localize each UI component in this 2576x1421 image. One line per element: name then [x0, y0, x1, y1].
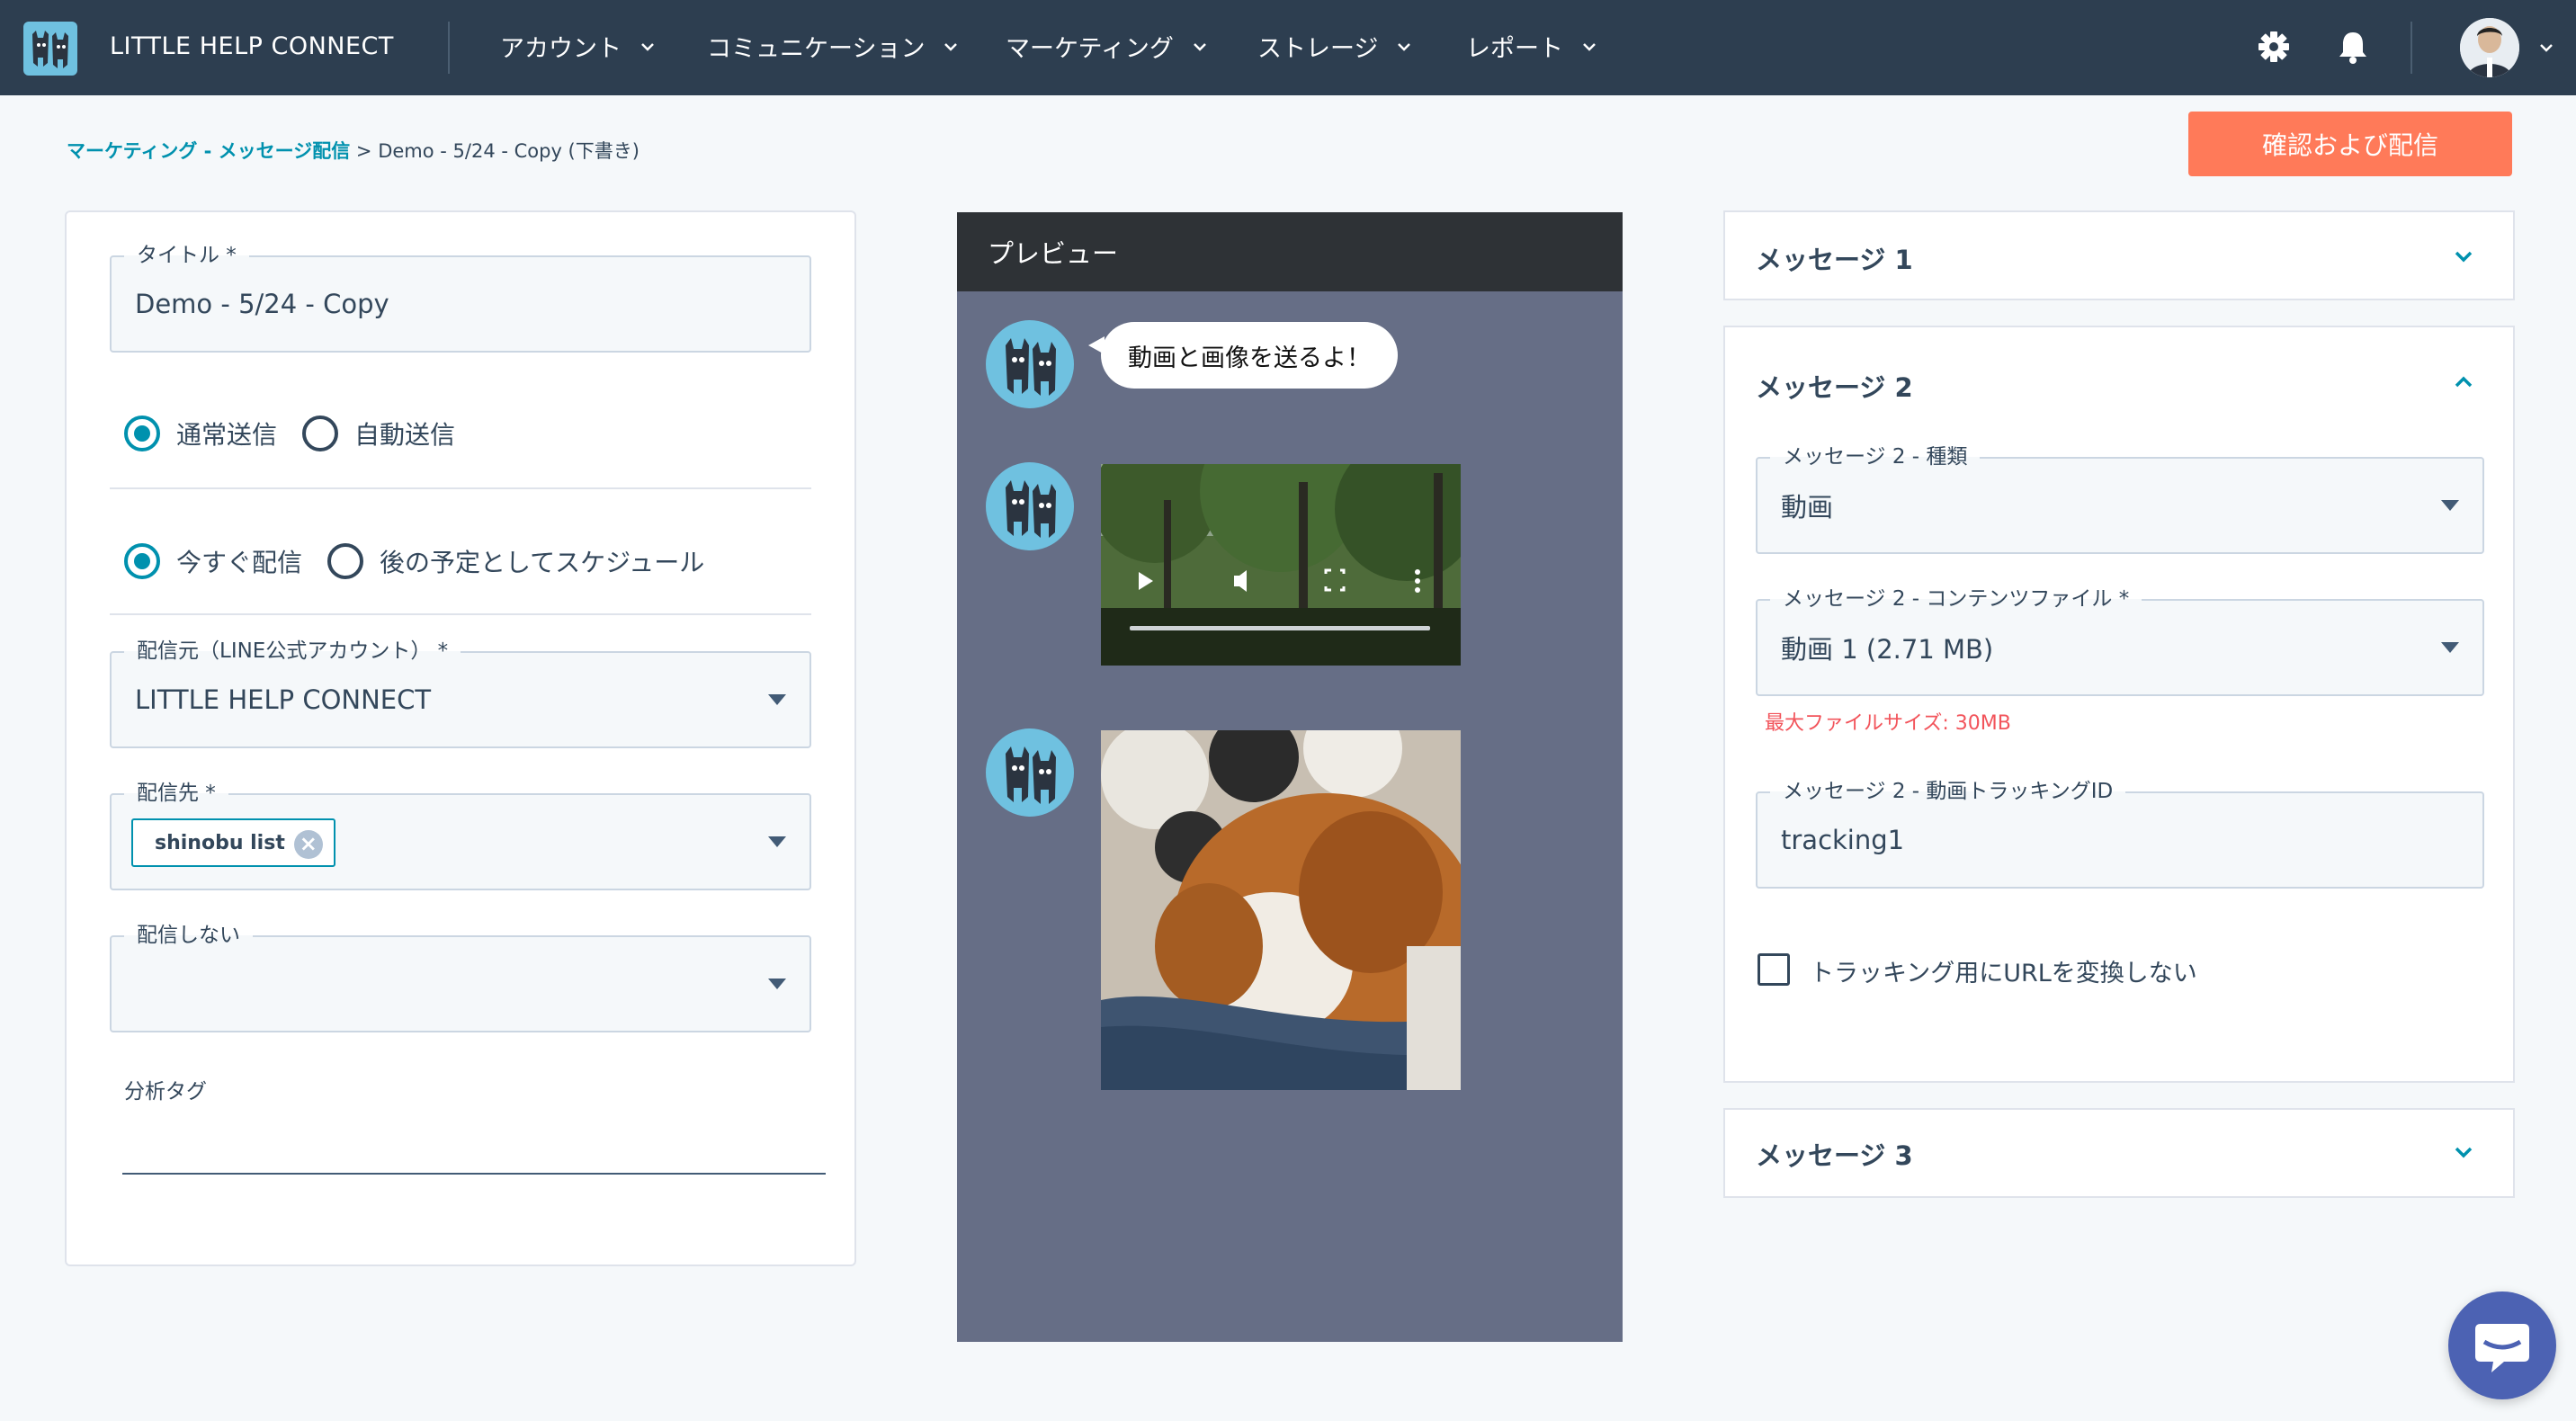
radio-auto-send[interactable]: [302, 416, 339, 451]
header-divider: [2411, 22, 2412, 74]
nav-marketing[interactable]: マーケティング: [1006, 29, 1210, 64]
video-thumbnail: [1101, 464, 1461, 666]
breadcrumb-link[interactable]: マーケティング - メッセージ配信: [67, 140, 350, 162]
nav-marketing-label: マーケティング: [1006, 35, 1174, 63]
brand-name[interactable]: LITTLE HELP CONNECT: [110, 32, 394, 60]
bot-avatar: [986, 320, 1074, 408]
chevron-down-icon: [1398, 42, 1411, 51]
logo-icon[interactable]: [23, 22, 77, 76]
chat-support-button[interactable]: [2448, 1291, 2556, 1399]
content-file-select[interactable]: メッセージ 2 - コンテンツファイル * 動画 1 (2.71 MB): [1756, 586, 2484, 696]
radio-normal-send-label[interactable]: 通常送信: [176, 416, 277, 451]
bot-avatar-icon: [1006, 746, 1056, 804]
content-file-value: 動画 1 (2.71 MB): [1781, 634, 1994, 665]
send-mode-group: 通常送信 自動送信: [124, 416, 480, 451]
exclude-select[interactable]: 配信しない: [110, 923, 811, 1032]
target-chip: shinobu list ×: [131, 818, 335, 867]
header-divider: [448, 22, 450, 74]
bot-avatar: [986, 462, 1074, 550]
dog-photo: [1101, 730, 1461, 1090]
chevron-down-icon: [1193, 42, 1206, 51]
preview-title: プレビュー: [957, 212, 1623, 291]
accordion-message-2-title[interactable]: メッセージ 2: [1756, 367, 1913, 405]
divider: [110, 613, 811, 615]
chevron-down-icon[interactable]: [2450, 1139, 2477, 1166]
image-message[interactable]: [1101, 730, 1461, 1090]
message-type-value: 動画: [1781, 492, 1834, 523]
title-field-value: Demo - 5/24 - Copy: [135, 289, 389, 319]
chevron-up-icon[interactable]: [2450, 369, 2477, 396]
caret-down-icon: [768, 979, 786, 989]
nav-storage-label: ストレージ: [1257, 35, 1379, 63]
target-select-label: 配信先 *: [124, 781, 228, 806]
review-and-send-button[interactable]: 確認および配信: [2188, 112, 2512, 176]
chevron-down-icon[interactable]: [2536, 38, 2556, 58]
radio-schedule-label[interactable]: 後の予定としてスケジュール: [380, 543, 704, 579]
no-url-conversion-label[interactable]: トラッキング用にURLを変換しない: [1810, 953, 2197, 988]
nav-account[interactable]: アカウント: [500, 29, 657, 64]
no-url-conversion-checkbox[interactable]: [1758, 953, 1790, 986]
timing-group: 今すぐ配信 後の予定としてスケジュール: [124, 543, 729, 579]
target-select[interactable]: 配信先 * shinobu list ×: [110, 781, 811, 890]
sender-select[interactable]: 配信元（LINE公式アカウント） * LITTLE HELP CONNECT: [110, 639, 811, 748]
exclude-select-label: 配信しない: [124, 923, 253, 948]
radio-send-now[interactable]: [124, 543, 160, 579]
max-file-size-hint: 最大ファイルサイズ: 30MB: [1765, 712, 2011, 735]
nav-report-label: レポート: [1466, 35, 1563, 63]
accordion-message-3-title[interactable]: メッセージ 3: [1756, 1135, 1913, 1173]
breadcrumb-current: Demo - 5/24 - Copy (下書き): [378, 140, 640, 162]
tracking-id-input[interactable]: メッセージ 2 - 動画トラッキングID tracking1: [1756, 779, 2484, 889]
title-field[interactable]: タイトル * Demo - 5/24 - Copy: [110, 243, 811, 353]
chevron-down-icon[interactable]: [2450, 243, 2477, 270]
user-photo: [2460, 18, 2519, 77]
bot-avatar-icon: [1006, 480, 1056, 538]
chevron-down-icon: [641, 42, 654, 51]
accordion-message-3[interactable]: メッセージ 3: [1723, 1108, 2515, 1198]
target-chip-label: shinobu list: [155, 831, 285, 854]
radio-normal-send[interactable]: [124, 416, 160, 451]
bot-avatar: [986, 728, 1074, 817]
remove-chip-icon[interactable]: ×: [293, 830, 323, 859]
video-player[interactable]: [1101, 464, 1461, 666]
avatar[interactable]: [2460, 18, 2519, 77]
accordion-message-1-title[interactable]: メッセージ 1: [1756, 239, 1913, 277]
analytics-tag-label: 分析タグ: [124, 1080, 207, 1104]
caret-down-icon: [768, 836, 786, 847]
nav-report[interactable]: レポート: [1466, 29, 1599, 64]
chevron-down-icon: [944, 42, 958, 51]
nav-storage[interactable]: ストレージ: [1257, 29, 1414, 64]
caret-down-icon: [2441, 642, 2459, 653]
chat-bubble: 動画と画像を送るよ！: [1088, 322, 1398, 389]
breadcrumb: マーケティング - メッセージ配信 > Demo - 5/24 - Copy (…: [67, 137, 640, 164]
breadcrumb-separator: >: [350, 140, 379, 162]
radio-schedule[interactable]: [327, 543, 364, 579]
radio-auto-send-label[interactable]: 自動送信: [354, 416, 455, 451]
nav-account-label: アカウント: [500, 35, 622, 63]
nav-communication-label: コミュニケーション: [707, 35, 926, 63]
accordion-message-1[interactable]: メッセージ 1: [1723, 210, 2515, 300]
chat-icon: [2475, 1324, 2529, 1372]
caret-down-icon: [2441, 500, 2459, 511]
nav-communication[interactable]: コミュニケーション: [707, 29, 961, 64]
caret-down-icon: [768, 694, 786, 705]
analytics-tag-input[interactable]: [122, 1103, 826, 1175]
preview-panel: プレビュー 動画と画像を送るよ！: [957, 212, 1623, 1342]
message-type-select[interactable]: メッセージ 2 - 種類 動画: [1756, 444, 2484, 554]
bot-avatar-icon: [1006, 338, 1056, 396]
radio-send-now-label[interactable]: 今すぐ配信: [176, 543, 302, 579]
divider: [110, 487, 811, 489]
settings-icon[interactable]: [2254, 27, 2294, 67]
top-navigation-bar: LITTLE HELP CONNECT アカウント コミュニケーション マーケテ…: [0, 0, 2576, 95]
sender-select-value: LITTLE HELP CONNECT: [135, 684, 432, 715]
tracking-id-value: tracking1: [1781, 825, 1905, 855]
bell-icon[interactable]: [2333, 27, 2373, 67]
chevron-down-icon: [1583, 42, 1596, 51]
